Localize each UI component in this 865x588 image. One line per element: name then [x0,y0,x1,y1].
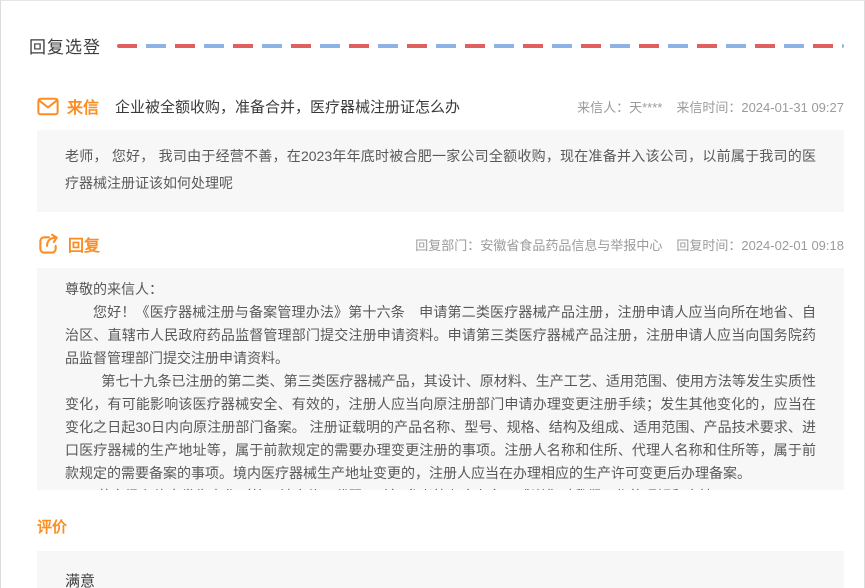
decorative-dashed-line [117,44,844,48]
reply-paragraph: 第七十九条已注册的第二类、第三类医疗器械产品，其设计、原材料、生产工艺、适用范围… [65,370,816,485]
reply-content-box: 尊敬的来信人： 您好！《医疗器械注册与备案管理办法》第十六条 申请第二类医疗器械… [37,268,844,490]
evaluation-section: 评价 满意 [1,516,864,588]
reply-salutation: 尊敬的来信人： [65,278,816,301]
reply-time: 2024-02-01 09:18 [741,238,844,253]
reply-share-icon [37,233,60,255]
evaluation-section-header: 评价 [37,516,844,537]
letter-subject: 企业被全额收购，准备合并，医疗器械注册证怎么办 [115,96,460,117]
letter-time-label: 来信时间： [676,100,741,115]
letter-section-header: 来信 企业被全额收购，准备合并，医疗器械注册证怎么办 来信人：天**** 来信时间… [37,94,844,118]
evaluation-value: 满意 [65,570,816,588]
reply-time-label: 回复时间： [676,238,741,253]
letter-section: 来信 企业被全额收购，准备合并，医疗器械注册证怎么办 来信人：天**** 来信时间… [1,94,864,212]
reply-paragraph: 若市场主体未发生变化（统一社会信用代码一致）参考第七十九条。感谢您对我们工作的理… [65,485,816,490]
evaluation-section-label: 评价 [37,516,67,537]
reply-selection-panel: 回复选登 来信 企业被全额收购，准备合并，医疗器械注册证怎么办 来信人：天***… [0,0,865,588]
letter-content-box: 老师， 您好， 我司由于经营不善，在2023年年底时被合肥一家公司全额收购，现在… [37,130,844,212]
reply-paragraph: 您好！《医疗器械注册与备案管理办法》第十六条 申请第二类医疗器械产品注册，注册申… [65,301,816,370]
reply-section-header: 回复 回复部门：安徽省食品药品信息与举报中心回复时间：2024-02-01 09… [37,232,844,256]
letter-sender-label: 来信人： [577,100,629,115]
envelope-icon [37,97,59,116]
reply-section-label: 回复 [68,232,100,256]
letter-section-label: 来信 [67,94,99,118]
letter-time: 2024-01-31 09:27 [741,100,844,115]
page-header: 回复选登 [1,1,864,58]
letter-content: 老师， 您好， 我司由于经营不善，在2023年年底时被合肥一家公司全额收购，现在… [65,143,816,197]
page-title: 回复选登 [29,33,101,58]
reply-department-label: 回复部门： [415,238,480,253]
evaluation-content-box: 满意 [37,551,844,588]
letter-sender: 天**** [629,100,662,115]
reply-section: 回复 回复部门：安徽省食品药品信息与举报中心回复时间：2024-02-01 09… [1,232,864,490]
reply-meta: 回复部门：安徽省食品药品信息与举报中心回复时间：2024-02-01 09:18 [415,235,844,254]
reply-department: 安徽省食品药品信息与举报中心 [480,238,662,253]
letter-meta: 来信人：天**** 来信时间：2024-01-31 09:27 [577,97,844,116]
